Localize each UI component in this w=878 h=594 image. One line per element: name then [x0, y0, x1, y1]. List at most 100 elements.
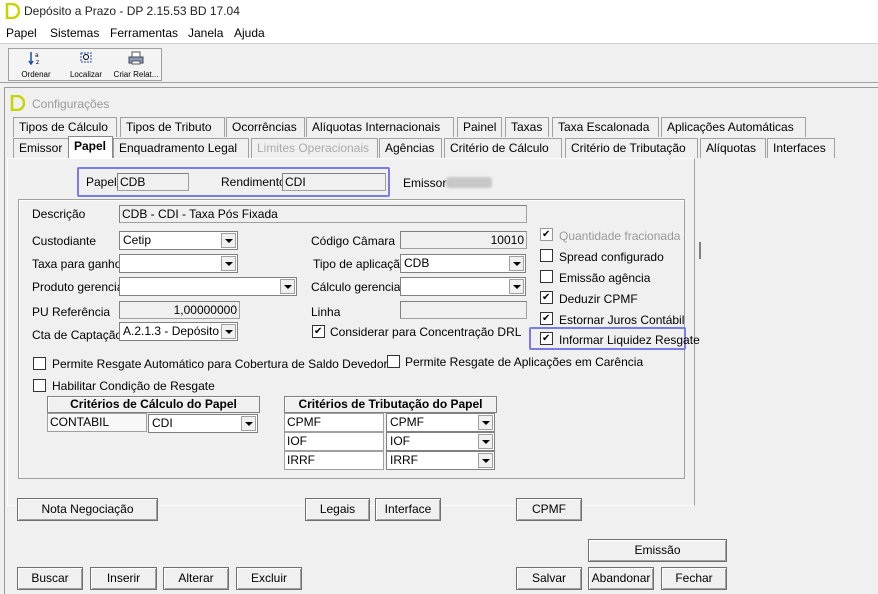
emissao-button[interactable]: Emissão: [588, 539, 727, 562]
resgate-automatico-checkbox[interactable]: [33, 357, 46, 370]
splitter-handle[interactable]: [699, 242, 701, 259]
resgate-carencia-checkbox[interactable]: [387, 355, 400, 368]
linha-field[interactable]: [400, 301, 527, 319]
estornar-juros-checkbox[interactable]: [540, 312, 553, 325]
chevron-down-icon[interactable]: [509, 256, 524, 271]
salvar-button[interactable]: Salvar: [516, 567, 582, 590]
criar-relatorio-button[interactable]: Criar Relat...: [112, 49, 160, 81]
criterio-calculo-select[interactable]: CDI: [148, 414, 258, 433]
fechar-button[interactable]: Fechar: [661, 567, 727, 590]
tab-criterio-de-calculo[interactable]: Critério de Cálculo: [444, 138, 562, 158]
menu-janela[interactable]: Janela: [188, 26, 223, 40]
informar-liquidez-checkbox[interactable]: [540, 332, 553, 345]
rendimento-label: Rendimento: [221, 175, 286, 189]
title-bar: Depósito a Prazo - DP 2.15.53 BD 17.04: [0, 0, 878, 24]
tipo-aplicacao-value: CDB: [404, 256, 430, 270]
menu-papel[interactable]: Papel: [6, 26, 37, 40]
calculo-gerencial-label: Cálculo gerencial: [311, 280, 404, 294]
habilitar-condicao-label: Habilitar Condição de Resgate: [52, 379, 215, 393]
cpmf-button[interactable]: CPMF: [516, 498, 582, 521]
calculo-gerencial-select[interactable]: [400, 277, 526, 296]
cta-captacao-select[interactable]: A.2.1.3 - Depósito a: [119, 322, 238, 341]
tab-interfaces[interactable]: Interfaces: [767, 138, 835, 158]
emissao-agencia-checkbox[interactable]: [540, 270, 553, 283]
cta-captacao-value: A.2.1.3 - Depósito a: [123, 324, 230, 338]
descricao-field[interactable]: CDB - CDI - Taxa Pós Fixada: [119, 205, 527, 223]
svg-text:a: a: [35, 52, 39, 59]
habilitar-condicao-checkbox[interactable]: [33, 379, 46, 392]
toolbar-group: a z Ordenar Localizar Criar Relat...: [8, 48, 162, 81]
tab-painel[interactable]: Painel: [457, 117, 502, 137]
app-logo-icon: [5, 3, 20, 19]
taxa-ganho-select[interactable]: [119, 254, 238, 273]
quantidade-fracionada-label: Quantidade fracionada: [559, 229, 681, 243]
chevron-down-icon[interactable]: [478, 453, 493, 468]
tab-aliquotas[interactable]: Alíquotas: [700, 138, 766, 158]
chevron-down-icon[interactable]: [221, 256, 236, 271]
tab-criterio-de-tributacao[interactable]: Critério de Tributação: [565, 138, 698, 158]
tab-aplicacoes-automaticas[interactable]: Aplicações Automáticas: [661, 117, 806, 137]
inserir-button[interactable]: Inserir: [90, 567, 157, 590]
buscar-button[interactable]: Buscar: [17, 567, 83, 590]
alterar-button[interactable]: Alterar: [163, 567, 229, 590]
pu-referencia-field[interactable]: 1,00000000: [119, 301, 240, 319]
criterio-tributacao-select[interactable]: IOF: [386, 432, 495, 451]
chevron-down-icon[interactable]: [241, 416, 256, 431]
resgate-carencia-label: Permite Resgate de Aplicações em Carênci…: [405, 355, 644, 369]
criterio-tributacao-value: IRRF: [390, 453, 418, 467]
tab-tipos-de-calculo[interactable]: Tipos de Cálculo: [13, 117, 117, 137]
spread-configurado-checkbox[interactable]: [540, 249, 553, 262]
pu-referencia-label: PU Referência: [32, 305, 111, 319]
menu-sistemas[interactable]: Sistemas: [50, 26, 99, 40]
excluir-button[interactable]: Excluir: [236, 567, 302, 590]
chevron-down-icon[interactable]: [509, 279, 524, 294]
criterio-tributacao-select[interactable]: IRRF: [386, 451, 495, 470]
linha-label: Linha: [311, 305, 341, 319]
legais-button[interactable]: Legais: [305, 498, 370, 521]
criterio-tributacao-select[interactable]: CPMF: [386, 413, 495, 432]
tab-taxas[interactable]: Taxas: [505, 117, 549, 137]
chevron-down-icon[interactable]: [280, 279, 295, 294]
ordenar-label: Ordenar: [21, 70, 51, 79]
configuracoes-title-bar: Configurações: [5, 88, 878, 116]
descricao-label: Descrição: [32, 207, 86, 221]
chevron-down-icon[interactable]: [478, 415, 493, 430]
custodiante-value: Cetip: [123, 233, 152, 247]
emissor-label: Emissor: [403, 176, 447, 190]
tab-taxa-escalonada[interactable]: Taxa Escalonada: [552, 117, 659, 137]
considerar-drl-checkbox[interactable]: [312, 325, 325, 338]
tab-tipos-de-tributo[interactable]: Tipos de Tributo: [120, 117, 225, 137]
ordenar-button[interactable]: a z Ordenar: [12, 49, 60, 81]
tab-emissor[interactable]: Emissor: [13, 138, 69, 158]
tab-aliquotas-internacionais[interactable]: Alíquotas Internacionais: [306, 117, 454, 137]
chevron-down-icon[interactable]: [221, 233, 236, 248]
produto-gerencial-select[interactable]: [119, 277, 297, 296]
codigo-camara-field[interactable]: 10010: [400, 231, 527, 249]
menu-ferramentas[interactable]: Ferramentas: [110, 26, 178, 40]
criterio-tributacao-name: IOF: [284, 432, 384, 451]
taxa-ganho-label: Taxa para ganho: [32, 257, 122, 271]
resgate-automatico-label: Permite Resgate Automático para Cobertur…: [52, 357, 388, 371]
custodiante-select[interactable]: Cetip: [119, 231, 238, 250]
tab-papel[interactable]: Papel: [68, 136, 113, 158]
tipo-aplicacao-select[interactable]: CDB: [400, 254, 526, 273]
tab-ocorrencias[interactable]: Ocorrências: [226, 117, 305, 137]
tab-agencias[interactable]: Agências: [379, 138, 442, 158]
considerar-drl-label: Considerar para Concentração DRL: [330, 325, 522, 339]
interface-button[interactable]: Interface: [375, 498, 441, 521]
codigo-camara-label: Código Câmara: [311, 234, 396, 248]
chevron-down-icon[interactable]: [221, 324, 236, 339]
quantidade-fracionada-checkbox: [540, 228, 553, 241]
criar-relatorio-label: Criar Relat...: [113, 70, 159, 79]
spread-configurado-label: Spread configurado: [559, 250, 664, 264]
criterio-calculo-value: CDI: [152, 416, 173, 430]
criterio-tributacao-name: CPMF: [284, 413, 384, 432]
menu-ajuda[interactable]: Ajuda: [234, 26, 265, 40]
emissor-redacted: [446, 177, 492, 188]
nota-negociacao-button[interactable]: Nota Negociação: [17, 498, 158, 521]
deduzir-cpmf-checkbox[interactable]: [540, 291, 553, 304]
tab-enquadramento-legal[interactable]: Enquadramento Legal: [113, 138, 249, 158]
chevron-down-icon[interactable]: [478, 434, 493, 449]
abandonar-button[interactable]: Abandonar: [588, 567, 654, 590]
localizar-button[interactable]: Localizar: [62, 49, 110, 81]
